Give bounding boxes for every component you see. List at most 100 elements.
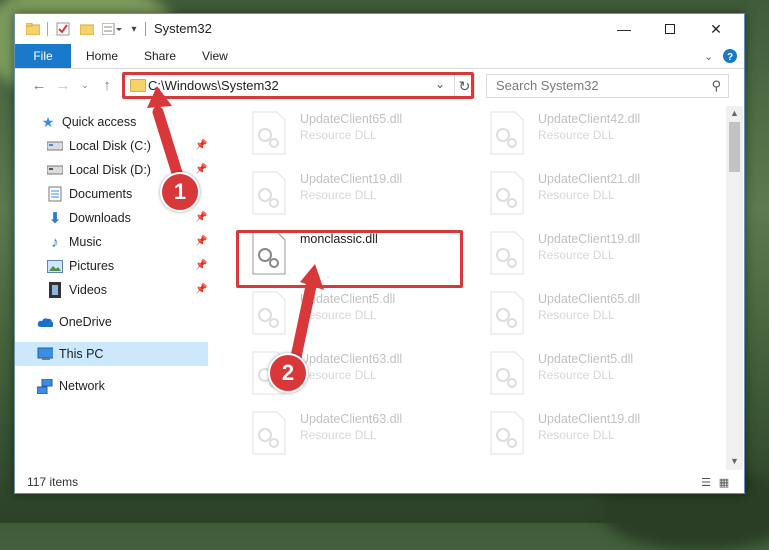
navigation-pane: ★ Quick access Local Disk (C:) 📌 Local D… — [15, 106, 211, 470]
nav-label: Videos — [69, 283, 107, 297]
file-type: Resource DLL — [538, 248, 615, 262]
title-bar: ▾ System32 — ✕ — [15, 14, 744, 44]
tab-view[interactable]: View — [202, 44, 228, 68]
back-button[interactable]: ← — [29, 75, 49, 95]
file-name: UpdateClient42.dll — [538, 112, 641, 126]
pictures-icon — [47, 258, 63, 274]
file-name: UpdateClient5.dll — [300, 292, 396, 306]
network-icon — [37, 378, 53, 394]
chevron-down-icon: ⌄ — [81, 79, 89, 90]
tab-file[interactable]: File — [15, 44, 71, 68]
nav-downloads[interactable]: ⬇ Downloads — [47, 207, 131, 229]
documents-icon — [47, 186, 63, 202]
file-item[interactable]: UpdateClient5.dll Resource DLL — [237, 286, 463, 340]
file-item[interactable]: UpdateClient63.dll Resource DLL — [237, 406, 463, 460]
file-name: UpdateClient65.dll — [538, 292, 641, 306]
details-view-icon[interactable]: ☰ — [699, 475, 713, 489]
nav-label: Downloads — [69, 211, 131, 225]
close-button[interactable]: ✕ — [693, 14, 739, 44]
nav-label: Local Disk (D:) — [69, 163, 151, 177]
file-name: UpdateClient5.dll — [538, 352, 634, 366]
nav-quick-access[interactable]: ★ Quick access — [40, 111, 137, 133]
scroll-down-icon[interactable]: ▼ — [730, 456, 739, 466]
scrollbar-thumb[interactable] — [729, 122, 740, 172]
computer-icon — [37, 346, 53, 362]
file-type: Resource DLL — [300, 128, 377, 142]
star-icon: ★ — [41, 113, 55, 130]
nav-onedrive[interactable]: OneDrive — [37, 311, 112, 333]
nav-music[interactable]: ♪ Music — [47, 231, 102, 253]
nav-network[interactable]: Network — [37, 375, 105, 397]
file-name: UpdateClient19.dll — [538, 232, 641, 246]
properties-icon[interactable] — [55, 20, 71, 38]
large-icons-view-icon[interactable]: ▦ — [717, 475, 731, 489]
expand-ribbon-icon[interactable]: ⌄ — [704, 44, 713, 68]
minimize-icon: — — [617, 21, 631, 37]
file-highlight-box — [236, 230, 463, 288]
pin-icon: 📌 — [195, 140, 208, 151]
drive-icon — [47, 138, 63, 154]
nav-label: OneDrive — [59, 315, 112, 329]
recent-locations-button[interactable]: ⌄ — [75, 75, 95, 95]
dll-file-icon — [252, 291, 286, 335]
file-item[interactable]: UpdateClient5.dll Resource DLL — [475, 346, 701, 400]
up-button[interactable]: ↑ — [97, 75, 117, 95]
file-item[interactable]: UpdateClient21.dll Resource DLL — [475, 166, 701, 220]
dll-file-icon — [490, 411, 524, 455]
scroll-up-icon[interactable]: ▲ — [730, 108, 739, 118]
file-type: Resource DLL — [538, 128, 615, 142]
nav-local-disk-d[interactable]: Local Disk (D:) — [47, 159, 151, 181]
nav-local-disk-c[interactable]: Local Disk (C:) — [47, 135, 151, 157]
file-item[interactable]: UpdateClient65.dll Resource DLL — [237, 106, 463, 160]
film-strip-icon — [47, 282, 63, 298]
close-icon: ✕ — [710, 20, 722, 37]
nav-pictures[interactable]: Pictures — [47, 255, 114, 277]
rename-icon[interactable] — [101, 20, 123, 38]
file-name: UpdateClient21.dll — [538, 172, 641, 186]
file-type: Resource DLL — [538, 188, 615, 202]
vertical-scrollbar[interactable]: ▲ ▼ — [726, 106, 743, 470]
tab-home[interactable]: Home — [86, 44, 118, 68]
new-folder-icon[interactable] — [79, 20, 95, 38]
search-icon: ⚲ — [711, 78, 721, 93]
nav-label: Documents — [69, 187, 133, 201]
nav-videos[interactable]: Videos — [47, 279, 107, 301]
dll-file-icon — [252, 111, 286, 155]
dll-file-icon — [252, 411, 286, 455]
folder-icon — [25, 20, 41, 38]
dll-file-icon — [490, 231, 524, 275]
pin-icon: 📌 — [195, 212, 208, 223]
file-name: UpdateClient19.dll — [300, 172, 403, 186]
dll-file-icon — [490, 171, 524, 215]
pin-icon: 📌 — [195, 284, 208, 295]
file-type: Resource DLL — [538, 308, 615, 322]
dll-file-icon — [490, 291, 524, 335]
title-separator — [145, 22, 146, 36]
nav-documents[interactable]: Documents — [47, 183, 132, 205]
file-type: Resource DLL — [300, 428, 377, 442]
file-type: Resource DLL — [538, 368, 615, 382]
customize-toolbar-icon[interactable]: ▾ — [128, 20, 140, 38]
file-item[interactable]: UpdateClient19.dll Resource DLL — [237, 166, 463, 220]
file-item[interactable]: UpdateClient19.dll Resource DLL — [475, 406, 701, 460]
search-box[interactable]: Search System32 ⚲ — [486, 74, 729, 98]
separator — [45, 20, 49, 38]
file-item[interactable]: UpdateClient19.dll Resource DLL — [475, 226, 701, 280]
help-icon[interactable]: ? — [723, 44, 737, 68]
status-bar: 117 items ☰ ▦ — [15, 471, 744, 493]
address-highlight-box — [122, 72, 474, 99]
navigation-bar: ← → ⌄ ↑ C:\Windows\System32 ⌄ ↻ Search S… — [15, 69, 744, 101]
nav-label: Music — [69, 235, 102, 249]
file-list: UpdateClient65.dll Resource DLL UpdateCl… — [220, 106, 726, 464]
file-type: Resource DLL — [300, 308, 377, 322]
maximize-icon — [665, 24, 675, 34]
minimize-button[interactable]: — — [601, 14, 647, 44]
nav-this-pc[interactable]: This PC — [37, 343, 103, 365]
file-item[interactable]: UpdateClient65.dll Resource DLL — [475, 286, 701, 340]
pin-icon: 📌 — [195, 260, 208, 271]
forward-button[interactable]: → — [53, 75, 73, 95]
tab-share[interactable]: Share — [144, 44, 176, 68]
file-item[interactable]: UpdateClient42.dll Resource DLL — [475, 106, 701, 160]
maximize-button[interactable] — [647, 14, 693, 44]
file-type: Resource DLL — [300, 188, 377, 202]
